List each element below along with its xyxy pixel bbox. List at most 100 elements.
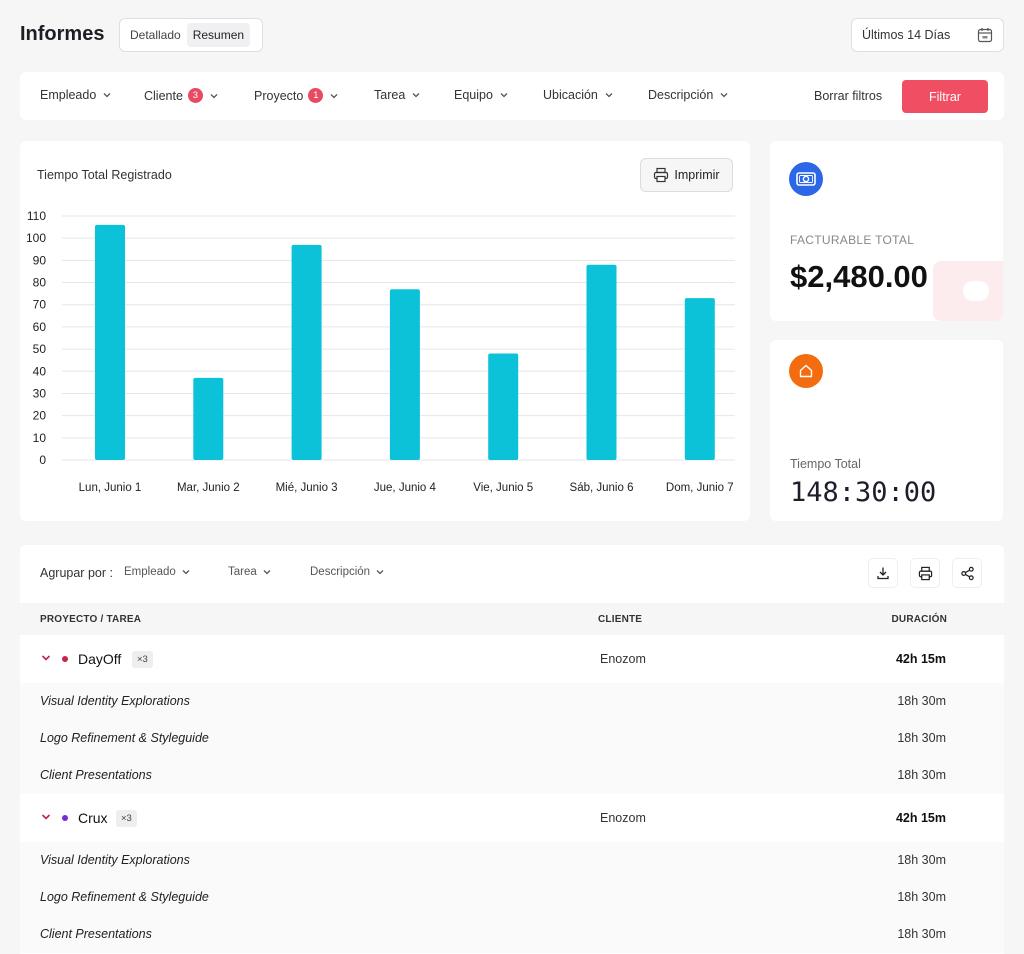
filter-label: Cliente <box>144 88 183 103</box>
printer-icon <box>918 566 932 580</box>
bar[interactable] <box>389 289 420 460</box>
filter-task[interactable]: Tarea <box>374 88 422 102</box>
bar[interactable] <box>193 377 224 460</box>
table-header: PROYECTO / TAREA CLIENTE DURACIÓN <box>20 603 1004 635</box>
view-toggle: Detallado Resumen <box>119 18 263 52</box>
task-duration: 18h 30m <box>897 927 946 941</box>
filter-label: Empleado <box>40 88 97 102</box>
clear-filters-button[interactable]: Borrar filtros <box>814 89 882 103</box>
filter-label: Descripción <box>648 88 714 102</box>
home-icon <box>789 354 823 388</box>
filter-label: Proyecto <box>254 88 304 103</box>
y-tick-label: 100 <box>26 231 46 245</box>
chevron-down-icon <box>210 93 218 98</box>
view-option-summary[interactable]: Resumen <box>186 23 251 47</box>
x-tick-label: Mié, Junio 3 <box>276 482 338 494</box>
filter-employee[interactable]: Empleado <box>40 88 113 102</box>
filters-bar: Empleado Cliente 3 Proyecto 1 Tarea Equi… <box>20 72 1004 120</box>
project-row[interactable]: DayOff ×3 Enozom 42h 15m <box>20 635 1004 683</box>
chevron-down-icon[interactable] <box>40 811 52 823</box>
task-duration: 18h 30m <box>897 890 946 904</box>
column-header-client: CLIENTE <box>598 614 643 625</box>
filter-description[interactable]: Descripción <box>648 88 730 102</box>
chevron-down-icon <box>500 93 508 98</box>
calendar-icon <box>977 28 993 43</box>
task-row: Logo Refinement & Styleguide 18h 30m <box>20 720 1004 757</box>
total-time-card: Tiempo Total 148:30:00 <box>770 340 1003 521</box>
bar[interactable] <box>291 244 322 460</box>
print-table-button[interactable] <box>910 558 940 588</box>
y-tick-label: 90 <box>33 253 47 267</box>
task-name: Logo Refinement & Styleguide <box>40 890 209 904</box>
x-tick-label: Jue, Junio 4 <box>374 482 437 494</box>
page-title: Informes <box>20 23 105 45</box>
billable-total-card: FACTURABLE TOTAL $2,480.00 <box>770 141 1003 321</box>
bar[interactable] <box>488 353 519 460</box>
y-tick-label: 20 <box>33 409 47 423</box>
share-button[interactable] <box>952 558 982 588</box>
group-by-label: Agrupar por : <box>40 566 113 580</box>
billable-total-label: FACTURABLE TOTAL <box>790 233 915 247</box>
task-duration: 18h 30m <box>897 731 946 745</box>
group-by-description[interactable]: Descripción <box>310 566 386 578</box>
task-row: Logo Refinement & Styleguide 18h 30m <box>20 879 1004 916</box>
filter-location[interactable]: Ubicación <box>543 88 615 102</box>
task-name: Logo Refinement & Styleguide <box>40 731 209 745</box>
filter-project[interactable]: Proyecto 1 <box>254 88 340 103</box>
y-tick-label: 0 <box>39 453 46 467</box>
task-row: Client Presentations 18h 30m <box>20 757 1004 794</box>
task-name: Visual Identity Explorations <box>40 694 190 708</box>
bar[interactable] <box>684 298 715 460</box>
money-icon <box>789 162 823 196</box>
task-duration: 18h 30m <box>897 853 946 867</box>
filter-label: Equipo <box>454 88 493 102</box>
y-tick-label: 40 <box>33 364 47 378</box>
chevron-down-icon <box>720 93 728 98</box>
download-icon <box>877 567 889 580</box>
x-tick-label: Mar, Junio 2 <box>177 482 240 494</box>
download-button[interactable] <box>868 558 898 588</box>
chevron-down-icon <box>103 93 111 98</box>
task-duration: 18h 30m <box>897 694 946 708</box>
decorative-shape <box>963 281 989 301</box>
y-tick-label: 50 <box>33 342 47 356</box>
filter-team[interactable]: Equipo <box>454 88 510 102</box>
group-by-employee[interactable]: Empleado <box>124 566 192 578</box>
task-count-badge: ×3 <box>116 810 137 827</box>
date-range-picker[interactable]: Últimos 14 Días <box>851 18 1004 52</box>
task-name: Client Presentations <box>40 768 152 782</box>
project-color-dot <box>62 815 68 821</box>
task-row: Client Presentations 18h 30m <box>20 916 1004 953</box>
y-tick-label: 80 <box>33 276 47 290</box>
project-duration: 42h 15m <box>895 652 946 666</box>
chevron-down-icon <box>412 93 420 98</box>
x-tick-label: Vie, Junio 5 <box>473 482 533 494</box>
column-header-duration: DURACIÓN <box>891 614 947 625</box>
project-color-dot <box>62 656 68 662</box>
y-tick-label: 60 <box>33 320 47 334</box>
chevron-down-icon <box>263 570 271 575</box>
column-header-project: PROYECTO / TAREA <box>40 614 142 625</box>
top-bar: Informes Detallado Resumen Últimos 14 Dí… <box>0 0 1024 70</box>
chevron-down-icon <box>605 93 613 98</box>
apply-filter-button[interactable]: Filtrar <box>902 80 988 113</box>
x-tick-label: Dom, Junio 7 <box>666 482 734 494</box>
filter-label: Ubicación <box>543 88 598 102</box>
group-option-label: Empleado <box>124 566 176 578</box>
filter-label: Tarea <box>374 88 406 102</box>
chevron-down-icon <box>376 570 384 575</box>
view-option-detailed[interactable]: Detallado <box>124 23 187 47</box>
project-name: DayOff <box>78 651 122 667</box>
group-by-task[interactable]: Tarea <box>228 566 273 578</box>
y-tick-label: 30 <box>33 386 47 400</box>
report-table-card: Agrupar por : Empleado Tarea Descripción… <box>20 545 1004 954</box>
filter-client[interactable]: Cliente 3 <box>144 88 220 103</box>
chevron-down-icon[interactable] <box>40 652 52 664</box>
project-client: Enozom <box>600 811 646 825</box>
bar[interactable] <box>95 224 125 460</box>
bar[interactable] <box>586 264 617 460</box>
x-tick-label: Sáb, Junio 6 <box>570 482 634 494</box>
y-tick-label: 10 <box>33 431 47 445</box>
chart-card: Tiempo Total Registrado Imprimir 0 10 20 30… <box>20 141 750 521</box>
project-row[interactable]: Crux ×3 Enozom 42h 15m <box>20 794 1004 842</box>
